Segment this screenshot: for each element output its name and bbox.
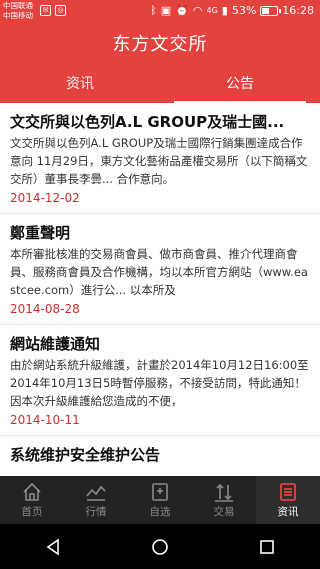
list-item[interactable]: 網站維護通知 由於網站系統升級維護，計畫於2014年10月12日16:00至20… <box>0 325 320 436</box>
page-title: 东方文交所 <box>112 34 208 55</box>
carrier-info: 中国联通 中国移动 <box>3 1 33 21</box>
item-title: 鄭重聲明 <box>10 224 71 242</box>
carrier-1: 中国联通 <box>3 1 33 10</box>
tab-bar: 资讯 公告 <box>0 66 320 103</box>
home-icon <box>23 482 41 501</box>
status-bar: 中国联通 中国移动 ✉ ◎ ᛒ ▣ ⏰ ◠ 4G ▮ 53% 16:28 <box>0 0 320 24</box>
list-item[interactable]: 文交所與以色列A.L GROUP及瑞士國... 文交所與以色列A.L GROUP… <box>0 103 320 214</box>
back-button[interactable] <box>33 527 73 567</box>
nav-news[interactable]: 资讯 <box>256 476 320 524</box>
item-date: 2014-12-02 <box>10 191 80 205</box>
tab-news[interactable]: 资讯 <box>0 66 160 103</box>
app-notification-icon: ◎ <box>55 5 66 16</box>
battery-percent: 53% <box>231 4 257 17</box>
bluetooth-icon: ᛒ <box>150 4 157 17</box>
battery-fill <box>262 8 270 14</box>
tab-announcements-label: 公告 <box>226 76 254 92</box>
nav-favorites[interactable]: 自选 <box>128 476 192 524</box>
square-recents-icon <box>259 539 274 554</box>
nfc-icon: ▣ <box>160 4 172 17</box>
nav-trade-label: 交易 <box>213 506 235 518</box>
back-icon <box>46 537 60 556</box>
item-summary: 文交所與以色列A.L GROUP及瑞士國際行銷集團達成合作意向 11月29日，東… <box>10 136 308 186</box>
list-item[interactable]: 系统维护安全维护公告 <box>0 436 320 472</box>
status-right: ᛒ ▣ ⏰ ◠ 4G ▮ 53% 16:28 <box>150 4 314 18</box>
recents-button[interactable] <box>247 527 287 567</box>
circle-home-icon <box>152 538 168 555</box>
alarm-icon: ⏰ <box>175 4 189 17</box>
network-type: 4G <box>206 6 218 15</box>
nav-trade[interactable]: 交易 <box>192 476 256 524</box>
wifi-icon: ◠ <box>192 4 203 17</box>
trade-icon <box>215 483 233 502</box>
signal-icon: ▮ <box>221 4 228 17</box>
battery-icon <box>260 6 282 16</box>
tab-news-label: 资讯 <box>66 76 94 92</box>
chart-icon <box>86 485 106 501</box>
notification-icon: ✉ <box>40 5 51 16</box>
news-icon <box>280 483 296 501</box>
item-title: 文交所與以色列A.L GROUP及瑞士國... <box>10 113 285 131</box>
item-date: 2014-10-11 <box>10 413 80 427</box>
item-title: 網站維護通知 <box>10 335 101 353</box>
system-nav-bar <box>0 524 320 569</box>
item-summary: 由於網站系統升級維護，計畫於2014年10月12日16:00至2014年10月1… <box>10 358 309 408</box>
carrier-2: 中国移动 <box>3 11 33 20</box>
favorite-icon <box>152 483 168 501</box>
item-title: 系统维护安全维护公告 <box>10 446 161 464</box>
home-button[interactable] <box>140 527 180 567</box>
tab-announcements[interactable]: 公告 <box>160 66 320 103</box>
notification-icons: ✉ ◎ <box>40 5 66 16</box>
nav-home-label: 首页 <box>21 506 43 518</box>
clock: 16:28 <box>282 4 314 17</box>
item-date: 2014-08-28 <box>10 302 80 316</box>
bottom-nav: 首页 行情 自选 交易 资讯 <box>0 476 320 524</box>
nav-home[interactable]: 首页 <box>0 476 64 524</box>
item-summary: 本所審批核准的交易商會員、做市商會員、推介代理商會員、服務商會員及合作機構，均以… <box>10 247 308 297</box>
nav-favorites-label: 自选 <box>149 506 171 518</box>
nav-news-label: 资讯 <box>277 506 299 518</box>
announcement-list[interactable]: 文交所與以色列A.L GROUP及瑞士國... 文交所與以色列A.L GROUP… <box>0 103 320 476</box>
nav-market[interactable]: 行情 <box>64 476 128 524</box>
app-header: 东方文交所 <box>0 24 320 66</box>
list-item[interactable]: 鄭重聲明 本所審批核准的交易商會員、做市商會員、推介代理商會員、服務商會員及合作… <box>0 214 320 325</box>
nav-market-label: 行情 <box>85 506 107 518</box>
